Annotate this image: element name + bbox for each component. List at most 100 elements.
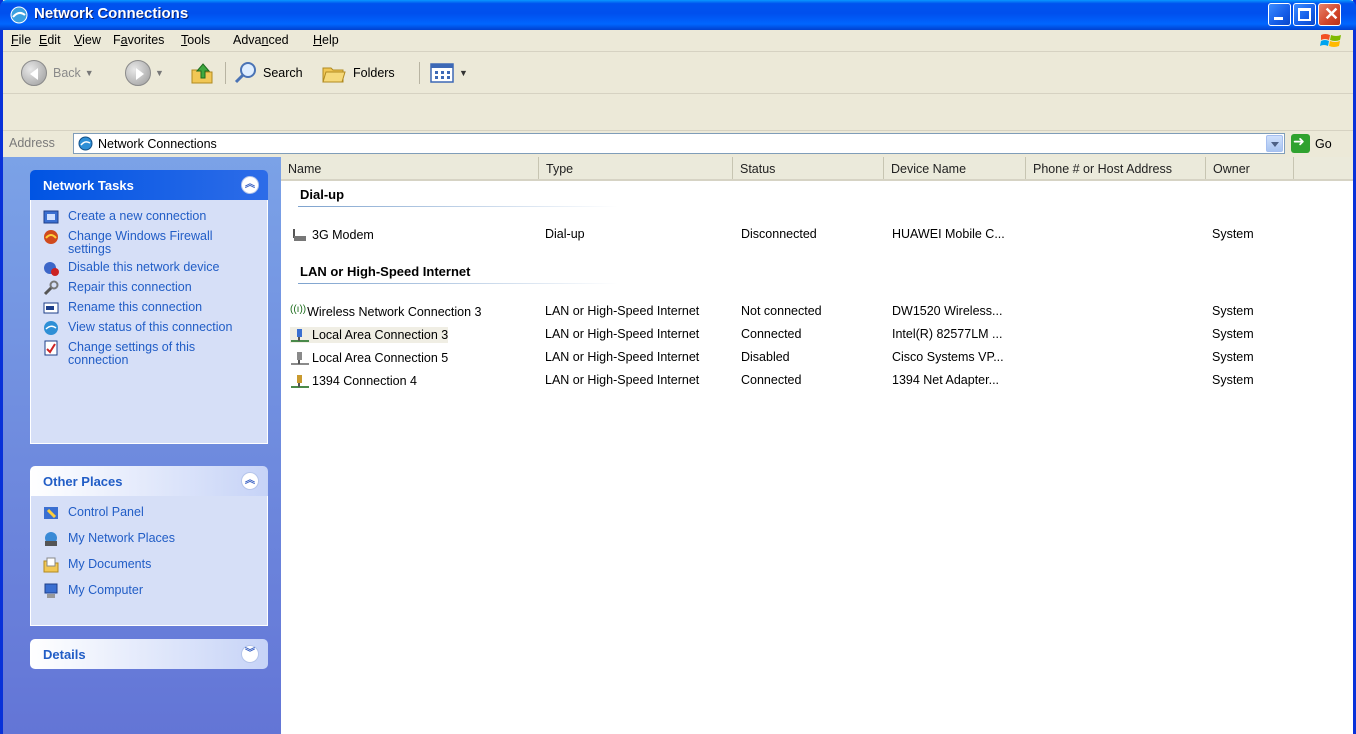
connection-owner: System [1212, 373, 1254, 387]
collapse-chevron-icon[interactable]: ︽ [241, 176, 259, 194]
table-row[interactable]: Local Area Connection 3 LAN or High-Spee… [281, 324, 1353, 344]
new-connection-icon [43, 210, 59, 224]
up-folder-icon [191, 63, 213, 84]
collapse-chevron-icon[interactable]: ︽ [241, 472, 259, 490]
connection-device: Intel(R) 82577LM ... [892, 327, 1003, 341]
lan-icon [291, 329, 309, 342]
connection-name[interactable]: Local Area Connection 5 [290, 350, 448, 366]
column-header-type[interactable]: Type [539, 157, 733, 179]
column-header-status[interactable]: Status [733, 157, 884, 179]
column-headers: Name Type Status Device Name Phone # or … [281, 157, 1353, 181]
column-header-device-name[interactable]: Device Name [884, 157, 1026, 179]
connection-status: Disabled [741, 350, 790, 364]
table-row[interactable]: 3G Modem Dial-up Disconnected HUAWEI Mob… [281, 224, 1353, 244]
column-header-owner[interactable]: Owner [1206, 157, 1294, 179]
back-button[interactable]: Back ▼ [21, 58, 94, 88]
go-button[interactable]: Go [1291, 133, 1332, 153]
network-tasks-header[interactable]: Network Tasks ︽ [30, 170, 268, 200]
modem-icon [293, 229, 306, 241]
search-icon [234, 62, 256, 84]
place-my-network-places[interactable]: My Network Places [31, 530, 267, 556]
minimize-button[interactable] [1268, 3, 1291, 26]
back-dropdown-icon[interactable]: ▼ [85, 68, 94, 78]
views-button[interactable]: ▼ [429, 58, 468, 88]
task-create-connection[interactable]: Create a new connection [31, 208, 267, 228]
connection-name[interactable]: ((ı)) Wireless Network Connection 3 [290, 304, 481, 320]
address-value: Network Connections [98, 137, 217, 151]
group-divider [298, 206, 618, 207]
table-row[interactable]: Local Area Connection 5 LAN or High-Spee… [281, 347, 1353, 367]
task-rename-connection[interactable]: Rename this connection [31, 299, 267, 319]
rename-icon [43, 302, 59, 314]
other-places-header[interactable]: Other Places ︽ [30, 466, 268, 496]
menu-help[interactable]: Help [313, 33, 339, 47]
task-change-settings[interactable]: Change settings of this connection [31, 339, 267, 370]
folders-icon [322, 67, 346, 83]
explorer-window: Network Connections ✕ File Edit View Fav… [0, 0, 1356, 734]
menu-file[interactable]: File [11, 33, 31, 47]
menu-favorites[interactable]: Favorites [113, 33, 164, 47]
address-bar: Address Network Connections Go [3, 131, 1353, 156]
views-dropdown-icon[interactable]: ▼ [459, 68, 468, 78]
minimize-icon [1274, 17, 1283, 20]
views-icon [430, 63, 454, 83]
network-places-icon [45, 532, 57, 546]
lan-icon [291, 375, 309, 388]
close-button[interactable]: ✕ [1318, 3, 1341, 26]
expand-chevron-icon[interactable]: ︾ [241, 645, 259, 663]
column-header-name[interactable]: Name [281, 157, 539, 179]
connection-type: LAN or High-Speed Internet [545, 373, 700, 387]
forward-arrow-icon [125, 60, 151, 86]
documents-icon [43, 557, 59, 573]
repair-icon [43, 280, 59, 296]
address-input[interactable]: Network Connections [73, 133, 1285, 154]
task-repair-connection[interactable]: Repair this connection [31, 279, 267, 299]
table-row[interactable]: 1394 Connection 4 LAN or High-Speed Inte… [281, 370, 1353, 390]
close-icon: ✕ [1324, 4, 1340, 24]
other-places-body: Control Panel My Network Places My Docum… [30, 496, 268, 626]
connection-device: Cisco Systems VP... [892, 350, 1004, 364]
place-my-computer[interactable]: My Computer [31, 582, 267, 602]
forward-dropdown-icon[interactable]: ▼ [155, 68, 164, 78]
title-bar[interactable]: Network Connections ✕ [0, 0, 1356, 30]
forward-button[interactable]: ▼ [125, 58, 164, 88]
connection-name[interactable]: 3G Modem [290, 227, 374, 243]
menu-view[interactable]: View [74, 33, 101, 47]
connection-status: Not connected [741, 304, 822, 318]
maximize-icon [1298, 8, 1311, 21]
details-header[interactable]: Details ︾ [30, 639, 268, 669]
menu-tools[interactable]: Tools [181, 33, 210, 47]
table-row[interactable]: ((ı)) Wireless Network Connection 3 LAN … [281, 301, 1353, 321]
group-divider [298, 283, 618, 284]
menu-edit[interactable]: Edit [39, 33, 61, 47]
go-arrow-icon [1291, 133, 1310, 153]
menu-advanced[interactable]: Advanced [233, 33, 289, 47]
menu-bar: File Edit View Favorites Tools Advanced … [3, 30, 1353, 52]
place-control-panel[interactable]: Control Panel [31, 504, 267, 530]
task-disable-device[interactable]: Disable this network device [31, 259, 267, 279]
wireless-icon: ((ı)) [290, 304, 307, 315]
connection-name[interactable]: 1394 Connection 4 [290, 373, 417, 389]
toolbar: Back ▼ ▼ Search Folders ▼ [3, 52, 1353, 94]
connection-name[interactable]: Local Area Connection 3 [290, 327, 449, 343]
disable-device-icon [44, 262, 59, 276]
task-view-status[interactable]: View status of this connection [31, 319, 267, 339]
up-folder-button[interactable] [189, 58, 215, 88]
connection-status: Connected [741, 327, 802, 341]
details-panel: Details ︾ [30, 639, 268, 669]
connection-type: LAN or High-Speed Internet [545, 350, 700, 364]
task-change-firewall[interactable]: Change Windows Firewall settings [31, 228, 267, 259]
network-connections-icon [10, 6, 28, 24]
address-dropdown-button[interactable] [1266, 135, 1283, 152]
place-my-documents[interactable]: My Documents [31, 556, 267, 582]
settings-icon [44, 340, 58, 356]
search-button[interactable]: Search [233, 58, 303, 88]
maximize-button[interactable] [1293, 3, 1316, 26]
column-header-phone-host[interactable]: Phone # or Host Address [1026, 157, 1206, 179]
window-title: Network Connections [34, 5, 189, 22]
status-icon [44, 321, 58, 335]
folders-button[interactable]: Folders [321, 58, 395, 88]
connection-type: LAN or High-Speed Internet [545, 327, 700, 341]
network-tasks-body: Create a new connection Change Windows F… [30, 200, 268, 444]
connection-status: Connected [741, 373, 802, 387]
